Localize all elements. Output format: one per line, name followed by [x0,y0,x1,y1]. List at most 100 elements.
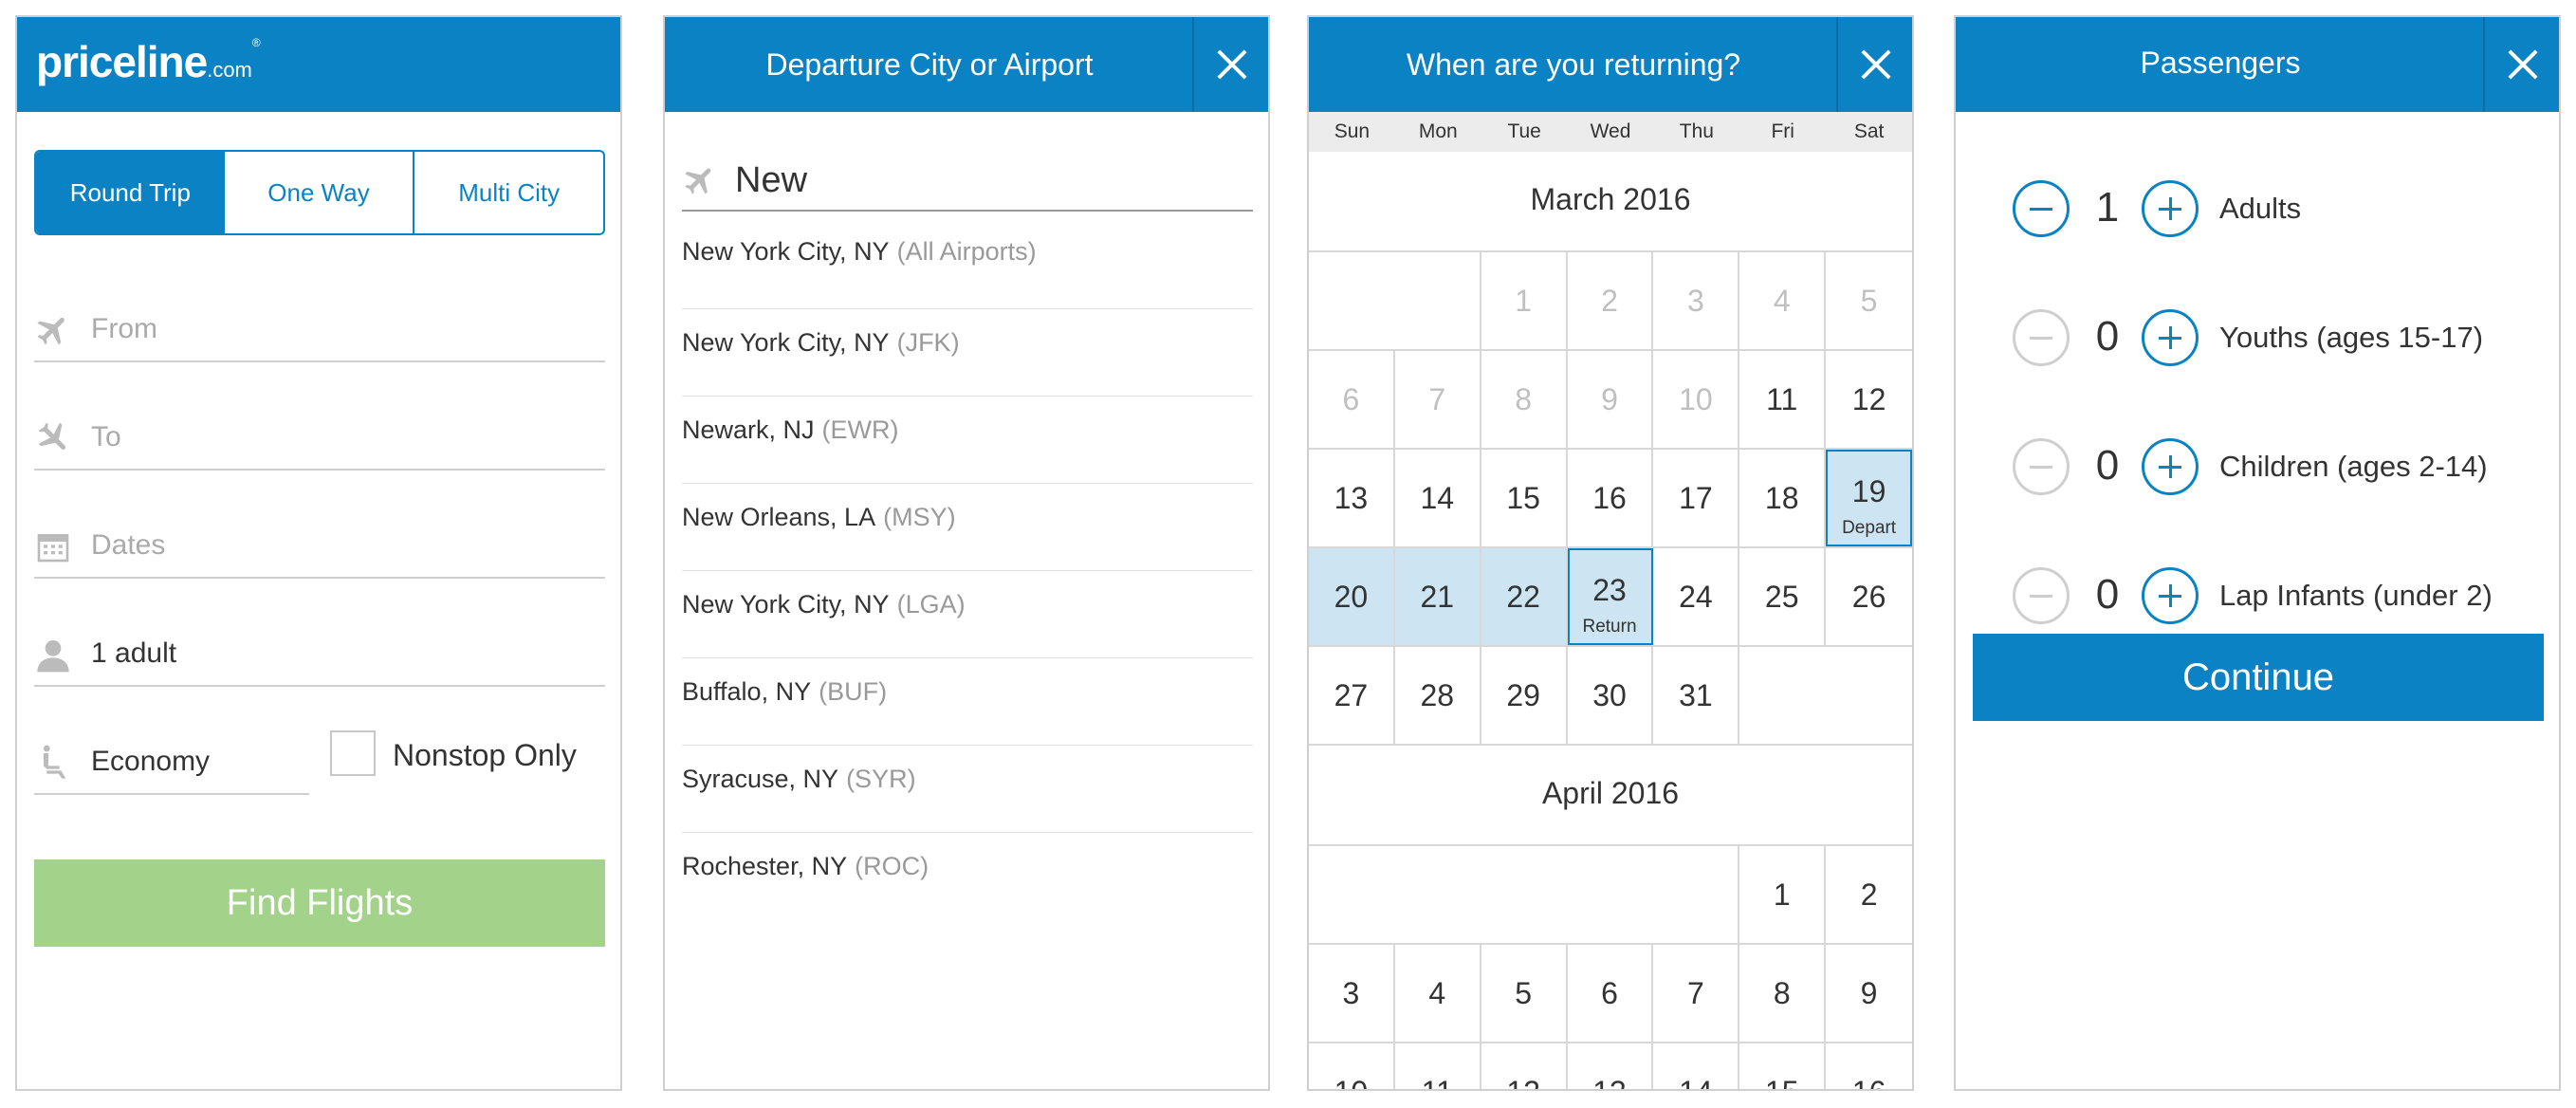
calendar-day[interactable]: 20 [1309,548,1395,645]
day-number: 8 [1773,975,1791,1010]
airport-result-item[interactable]: Newark, NJ (EWR) [682,397,1253,484]
dates-placeholder: Dates [91,529,166,561]
day-number: 6 [1601,975,1618,1010]
calendar-day: 4 [1739,252,1827,349]
plus-circle-icon[interactable] [2142,180,2199,237]
airport-result-item[interactable]: New Orleans, LA (MSY) [682,484,1253,571]
passenger-count: 0 [2095,313,2120,360]
calendar-day[interactable]: 21 [1394,548,1481,645]
calendar-week-row: 13 14 15 16 17 18 19 Depart [1309,450,1912,548]
day-number: 4 [1773,283,1791,318]
calendar-day[interactable]: 15 [1481,450,1568,546]
calendar-day[interactable]: 6 [1568,945,1654,1042]
airport-result-item[interactable]: New York City, NY (JFK) [682,309,1253,397]
calendar-day[interactable]: 14 [1395,450,1481,546]
plane-takeoff-icon [37,317,64,345]
calendar-day[interactable]: 30 [1568,647,1654,744]
from-placeholder: From [91,313,157,344]
calendar-day[interactable]: 15 [1739,1043,1827,1090]
calendar-day[interactable]: 2 [1826,846,1912,943]
plus-circle-icon[interactable] [2142,438,2199,495]
calendar-day[interactable]: 23 Return [1567,548,1654,645]
calendar-day[interactable]: 3 [1309,945,1395,1042]
calendar-day[interactable]: 26 [1826,548,1912,645]
calendar-day[interactable]: 24 [1653,548,1740,645]
calendar-day[interactable]: 11 [1395,1043,1481,1089]
calendar-day[interactable]: 28 [1395,647,1481,744]
calendar-day[interactable]: 12 [1826,351,1912,448]
calendar-day[interactable]: 22 [1481,548,1568,645]
calendar-day[interactable]: 1 [1739,846,1827,943]
day-number: 15 [1765,1075,1799,1090]
continue-button[interactable]: Continue [1973,634,2544,721]
calendar-day[interactable]: 10 [1309,1043,1395,1089]
calendar-day: 2 [1568,252,1654,349]
calendar-day[interactable]: 29 [1481,647,1568,744]
departure-header: Departure City or Airport [665,17,1268,112]
airport-code: (MSY) [883,503,956,531]
calendar-day[interactable]: 25 [1739,548,1827,645]
cabin-class-value: Economy [91,746,211,777]
calendar-day[interactable]: 8 [1739,945,1827,1042]
to-field[interactable]: To [34,410,605,471]
calendar-empty-cell [1568,846,1654,943]
calendar-day[interactable]: 16 [1826,1043,1912,1090]
dates-field[interactable]: Dates [34,518,605,579]
calendar-day[interactable]: 14 [1653,1043,1740,1089]
close-icon[interactable] [2483,17,2559,112]
calendar-empty-cell [1395,846,1481,943]
minus-circle-icon[interactable] [2013,180,2070,237]
travelers-field[interactable]: 1 adult [34,626,605,687]
plus-circle-icon[interactable] [2142,309,2199,366]
airport-result-item[interactable]: Syracuse, NY (SYR) [682,746,1253,833]
calendar-day[interactable]: 19 Depart [1826,450,1912,546]
one-way-tab[interactable]: One Way [225,152,414,233]
calendar-day[interactable]: 18 [1739,450,1827,546]
nonstop-checkbox[interactable] [330,730,376,776]
close-icon[interactable] [1192,17,1268,112]
from-field[interactable]: From [34,302,605,362]
find-flights-button[interactable]: Find Flights [34,859,605,947]
seat-icon [44,745,66,779]
day-number: 2 [1601,283,1618,318]
cabin-class-field[interactable]: Economy [34,734,309,795]
close-icon[interactable] [1836,17,1912,112]
day-number: 5 [1515,975,1533,1010]
airport-result-item[interactable]: Rochester, NY (ROC) [682,833,1253,920]
day-number: 1 [1773,877,1791,912]
calendar-day[interactable]: 16 [1568,450,1654,546]
calendar-day[interactable]: 11 [1739,351,1827,448]
calendar-day[interactable]: 12 [1481,1043,1568,1089]
calendar-day[interactable]: 13 [1568,1043,1654,1089]
calendar-day[interactable]: 13 [1309,450,1395,546]
day-number: 17 [1679,480,1713,515]
day-number: 9 [1860,975,1878,1010]
calendar-day[interactable]: 17 [1653,450,1740,546]
calendar-day[interactable]: 9 [1826,945,1912,1042]
calendar-day[interactable]: 4 [1395,945,1481,1042]
day-number: 7 [1428,381,1446,416]
round-trip-tab[interactable]: Round Trip [36,152,225,233]
calendar-day: 8 [1481,351,1568,448]
calendar-grid: March 2016 1 2 3 4 5 6 7 8 9 10 11 12 13 14 15 16 17 18 19 D… [1309,152,1912,1090]
calendar-day[interactable]: 7 [1653,945,1740,1042]
calendar-day[interactable]: 31 [1653,647,1740,744]
airport-result-item[interactable]: New York City, NY (LGA) [682,571,1253,658]
airport-result-item[interactable]: Buffalo, NY (BUF) [682,658,1253,746]
passengers-header: Passengers [1956,17,2559,112]
plus-circle-icon[interactable] [2142,567,2199,624]
calendar-day[interactable]: 5 [1481,945,1568,1042]
day-number: 10 [1679,381,1713,416]
weekday-label: Mon [1418,120,1458,142]
departure-title: Departure City or Airport [765,47,1094,82]
multi-city-tab[interactable]: Multi City [413,152,603,233]
minus-circle-icon [2013,438,2070,495]
day-number: 28 [1420,677,1455,712]
minus-circle-icon [2013,309,2070,366]
passengers-panel: Passengers 1 Adults 0 Youths (ages 15-17) 0 C… [1954,15,2561,1091]
airport-result-item[interactable]: New York City, NY (All Airports) [682,226,1253,309]
day-number: 3 [1686,283,1704,318]
airport-search-input[interactable] [735,157,1247,204]
calendar-day[interactable]: 27 [1309,647,1395,744]
calendar-empty-cell [1653,846,1740,943]
